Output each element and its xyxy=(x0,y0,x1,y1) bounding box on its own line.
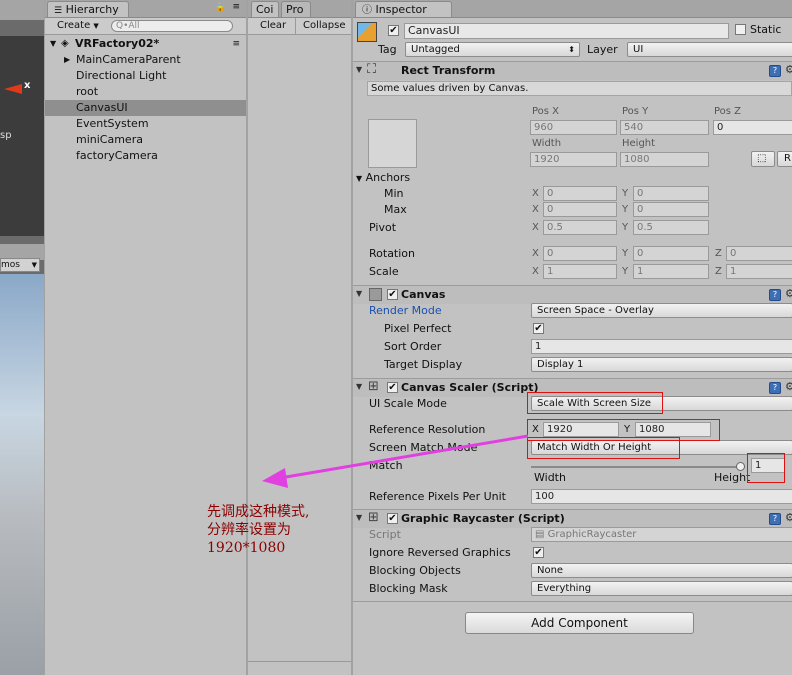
annotation-arrow-shaft xyxy=(279,434,529,480)
annotation-line-1: 先调成这种模式, xyxy=(207,504,310,520)
annotation-text: 先调成这种模式, 分辨率设置为 1920*1080 xyxy=(207,503,309,557)
annotation-line-2: 分辨率设置为 xyxy=(207,522,291,538)
annotation-arrow xyxy=(262,434,529,488)
annotation-arrow-head xyxy=(262,468,288,488)
annotation-line-3: 1920*1080 xyxy=(207,540,286,556)
